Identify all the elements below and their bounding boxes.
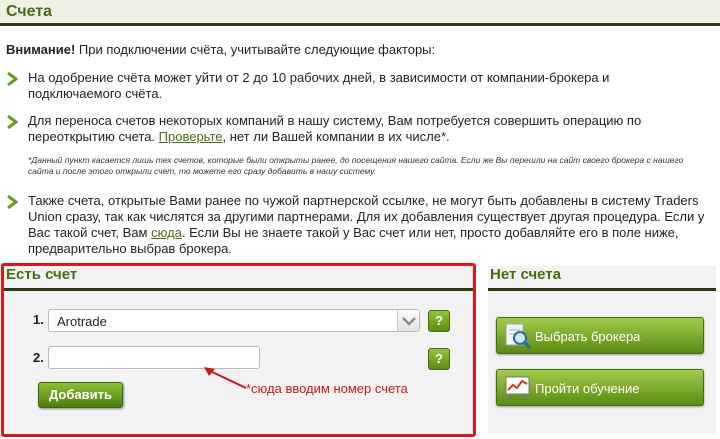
footnote: *Данный пункт касается лишь тех счетов, … (28, 155, 684, 176)
section-header: Счета (0, 0, 720, 26)
list-item: Также счета, открытые Вами ранее по чужо… (6, 193, 706, 257)
warning-label: Внимание! (6, 42, 76, 57)
chevron-right-icon (7, 115, 18, 129)
no-account-title: Нет счета (490, 266, 561, 283)
bullet-text-part: , нет ли Вашей компании в их числе*. (222, 129, 450, 144)
check-link[interactable]: Проверьте (159, 129, 223, 144)
chevron-right-icon (7, 72, 18, 86)
highlight-frame (1, 263, 476, 437)
chart-board-icon (505, 376, 530, 402)
bullet-text: На одобрение счёта может уйти от 2 до 10… (28, 70, 610, 101)
training-button[interactable]: Пройти обучение (496, 369, 704, 406)
list-item: Для переноса счетов некоторых компаний в… (6, 113, 706, 147)
bullet-text: Также счета, открытые Вами ранее по чужо… (28, 193, 706, 257)
magnifier-icon (505, 323, 532, 350)
choose-broker-button[interactable]: Выбрать брокера (496, 317, 704, 354)
divider (488, 288, 716, 291)
here-link[interactable]: сюда (151, 225, 182, 240)
page-title: Счета (6, 3, 53, 20)
warning-text: При подключении счёта, учитывайте следую… (75, 42, 436, 57)
warning-line: Внимание! При подключении счёта, учитыва… (6, 42, 714, 57)
choose-broker-label: Выбрать брокера (535, 329, 641, 344)
bullet-text: Для переноса счетов некоторых компаний в… (28, 113, 706, 145)
training-label: Пройти обучение (535, 381, 640, 396)
chevron-right-icon (7, 195, 18, 209)
list-item: На одобрение счёта может уйти от 2 до 10… (6, 70, 706, 104)
